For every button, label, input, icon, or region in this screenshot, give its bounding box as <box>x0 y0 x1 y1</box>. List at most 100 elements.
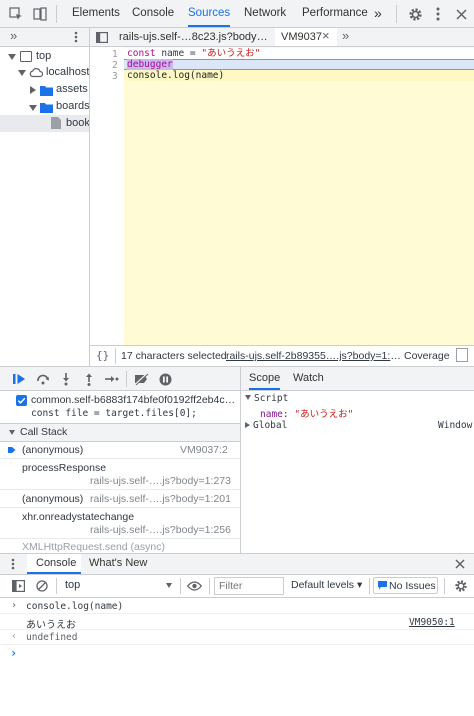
scope-script-row[interactable]: Script <box>245 393 288 404</box>
expand-arrow-icon <box>245 422 250 428</box>
selection-status: 17 characters selected <box>121 350 227 362</box>
scope-tab-border <box>241 390 474 391</box>
frame-icon <box>20 51 32 62</box>
tab-sources[interactable]: Sources <box>188 0 231 27</box>
status-divider <box>115 348 116 364</box>
context-selector[interactable]: top <box>60 576 178 595</box>
drawer-tab-console[interactable]: Console <box>27 554 81 574</box>
call-frame[interactable]: (anonymous) rails-ujs.self-….js?body=1:2… <box>0 490 240 507</box>
console-result-arrow: ‹ <box>11 631 18 642</box>
scope-global-label: Global <box>253 420 288 431</box>
frame-name: processResponse <box>22 462 107 474</box>
line-gutter <box>90 47 124 345</box>
call-frame[interactable]: processResponse rails-ujs.self-….js?body… <box>0 459 240 489</box>
call-frame-active[interactable]: (anonymous) VM9037:2 <box>0 442 240 458</box>
tab-scope[interactable]: Scope <box>249 367 281 390</box>
close-devtools-icon[interactable] <box>452 4 470 24</box>
tab-watch[interactable]: Watch <box>293 367 324 390</box>
frame-location: rails-ujs.self-….js?body=1:273 <box>90 475 231 487</box>
close-tab-icon[interactable]: × <box>322 28 330 44</box>
more-tabs-button[interactable]: » <box>374 0 382 27</box>
current-frame-arrow-icon <box>8 446 16 454</box>
keyword-debugger: debugger <box>127 59 173 70</box>
log-levels-dropdown[interactable]: Default levels ▾ <box>291 579 362 591</box>
toggle-navigator-icon[interactable] <box>95 29 109 45</box>
sidebar-split-divider <box>240 367 241 553</box>
tab-label: Console <box>36 557 77 569</box>
tree-item-book[interactable]: book <box>0 115 89 132</box>
tab-elements[interactable]: Elements <box>72 0 120 27</box>
tree-item-localhost[interactable]: localhost: <box>0 65 89 81</box>
line-number[interactable]: 3 <box>112 71 118 82</box>
console-row-divider <box>0 644 474 645</box>
clear-console-icon[interactable] <box>34 578 50 594</box>
console-settings-gear-icon[interactable] <box>452 578 470 594</box>
toolbar-divider <box>209 578 210 594</box>
line-number[interactable]: 1 <box>112 49 118 60</box>
device-toolbar-icon[interactable] <box>30 4 50 24</box>
more-navigator-tabs-button[interactable]: » <box>10 28 17 44</box>
step-icon[interactable] <box>103 370 121 388</box>
drawer-menu-icon[interactable] <box>8 556 18 572</box>
issues-button[interactable]: No Issues <box>373 577 438 594</box>
variable-colon: : <box>282 409 295 420</box>
console-source-link[interactable]: VM9050:1 <box>409 617 455 628</box>
drawer-tab-whats-new[interactable]: What's New <box>89 557 147 569</box>
toolbar-divider <box>444 578 445 594</box>
more-options-icon[interactable] <box>430 4 446 24</box>
tab-network[interactable]: Network <box>244 0 286 27</box>
live-expression-eye-icon[interactable] <box>185 578 203 594</box>
console-filter-input[interactable] <box>214 577 284 595</box>
line-2-selection <box>124 59 474 70</box>
step-into-icon[interactable] <box>58 370 74 388</box>
editor-tab-rails-ujs[interactable]: rails-ujs.self-…8c23.js?body=1 <box>119 29 269 45</box>
resume-icon[interactable] <box>10 370 28 388</box>
scope-global-row[interactable]: Global <box>245 420 287 431</box>
code-line-1: const name = "あいうえお" <box>127 49 260 59</box>
tree-item-label: top <box>36 50 52 62</box>
tree-item-top[interactable]: top <box>0 49 89 65</box>
line-number[interactable]: 2 <box>112 60 118 71</box>
toolbar-divider <box>369 578 370 594</box>
console-result-line: undefined <box>26 632 78 643</box>
tree-item-assets[interactable]: assets <box>0 82 89 98</box>
tab-console[interactable]: Console <box>132 0 174 27</box>
code-line-3: console.log(name) <box>127 70 225 81</box>
coverage-label: Coverage <box>404 350 450 362</box>
coverage-toggle-icon[interactable] <box>456 348 468 362</box>
pause-on-exceptions-icon[interactable] <box>156 370 174 388</box>
source-location-link[interactable]: rails-ujs.self-2b89355….js?body=1:273 <box>226 350 401 362</box>
tree-item-label: book <box>66 117 89 129</box>
step-out-icon[interactable] <box>81 370 97 388</box>
frame-divider <box>0 538 240 539</box>
file-icon <box>51 117 61 129</box>
console-input-line: console.log(name) <box>26 601 124 612</box>
code-area[interactable] <box>124 47 474 345</box>
breakpoint-checkbox[interactable] <box>16 395 27 406</box>
step-over-icon[interactable] <box>34 370 52 388</box>
debugger-toolbar-border <box>0 390 240 391</box>
navigator-menu-icon[interactable] <box>70 29 82 45</box>
pretty-print-button[interactable]: {} <box>96 349 109 362</box>
frame-location: rails-ujs.self-….js?body=1:256 <box>90 524 231 536</box>
settings-gear-icon[interactable] <box>405 4 425 24</box>
collapse-arrow-icon <box>245 395 251 400</box>
console-prompt-input[interactable] <box>26 646 466 711</box>
tab-performance[interactable]: Performance <box>302 0 368 27</box>
more-editor-tabs-button[interactable]: » <box>342 28 349 44</box>
editor-tab-vm9037[interactable]: VM9037 × <box>275 28 337 46</box>
inspect-element-icon[interactable] <box>6 4 26 24</box>
context-label: top <box>65 579 81 591</box>
scope-global-value: Window <box>438 420 473 431</box>
close-drawer-icon[interactable] <box>452 556 468 572</box>
tree-item-boards[interactable]: boards <box>0 99 90 115</box>
toolbar-divider <box>126 371 127 387</box>
breakpoint-file[interactable]: common.self-b6883f174bfe0f0192ff2eb4cb… <box>31 394 236 406</box>
call-frame[interactable]: xhr.onreadystatechange rails-ujs.self-….… <box>0 508 240 538</box>
deactivate-breakpoints-icon[interactable] <box>132 370 150 388</box>
call-stack-header[interactable]: Call Stack <box>0 424 240 441</box>
keyword-const: const <box>127 48 156 59</box>
code-text: name = <box>155 48 202 59</box>
scope-variable-row[interactable]: name: "あいうえお" <box>260 406 353 420</box>
show-console-sidebar-icon[interactable] <box>10 578 26 594</box>
